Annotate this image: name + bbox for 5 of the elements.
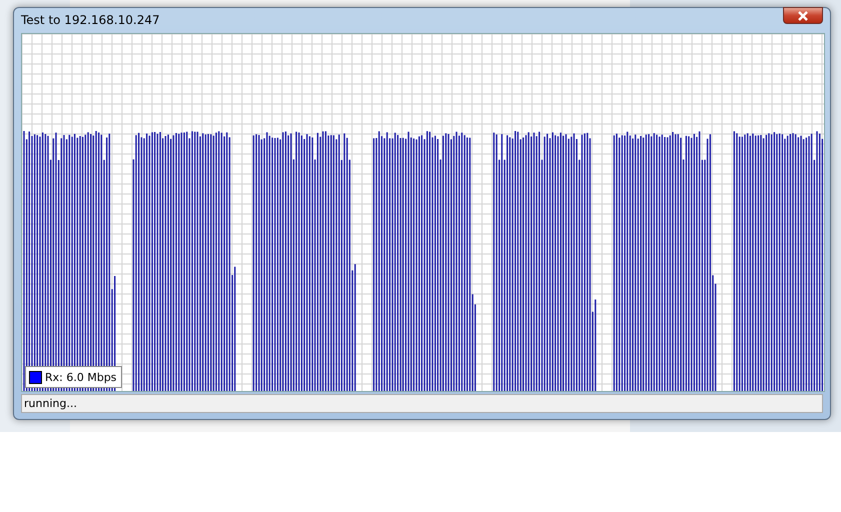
window-title: Test to 192.168.10.247 [21,13,160,27]
close-icon [797,10,809,20]
close-button[interactable] [783,7,823,24]
status-text: running... [24,397,77,410]
legend-label: Rx: 6.0 Mbps [45,370,117,384]
